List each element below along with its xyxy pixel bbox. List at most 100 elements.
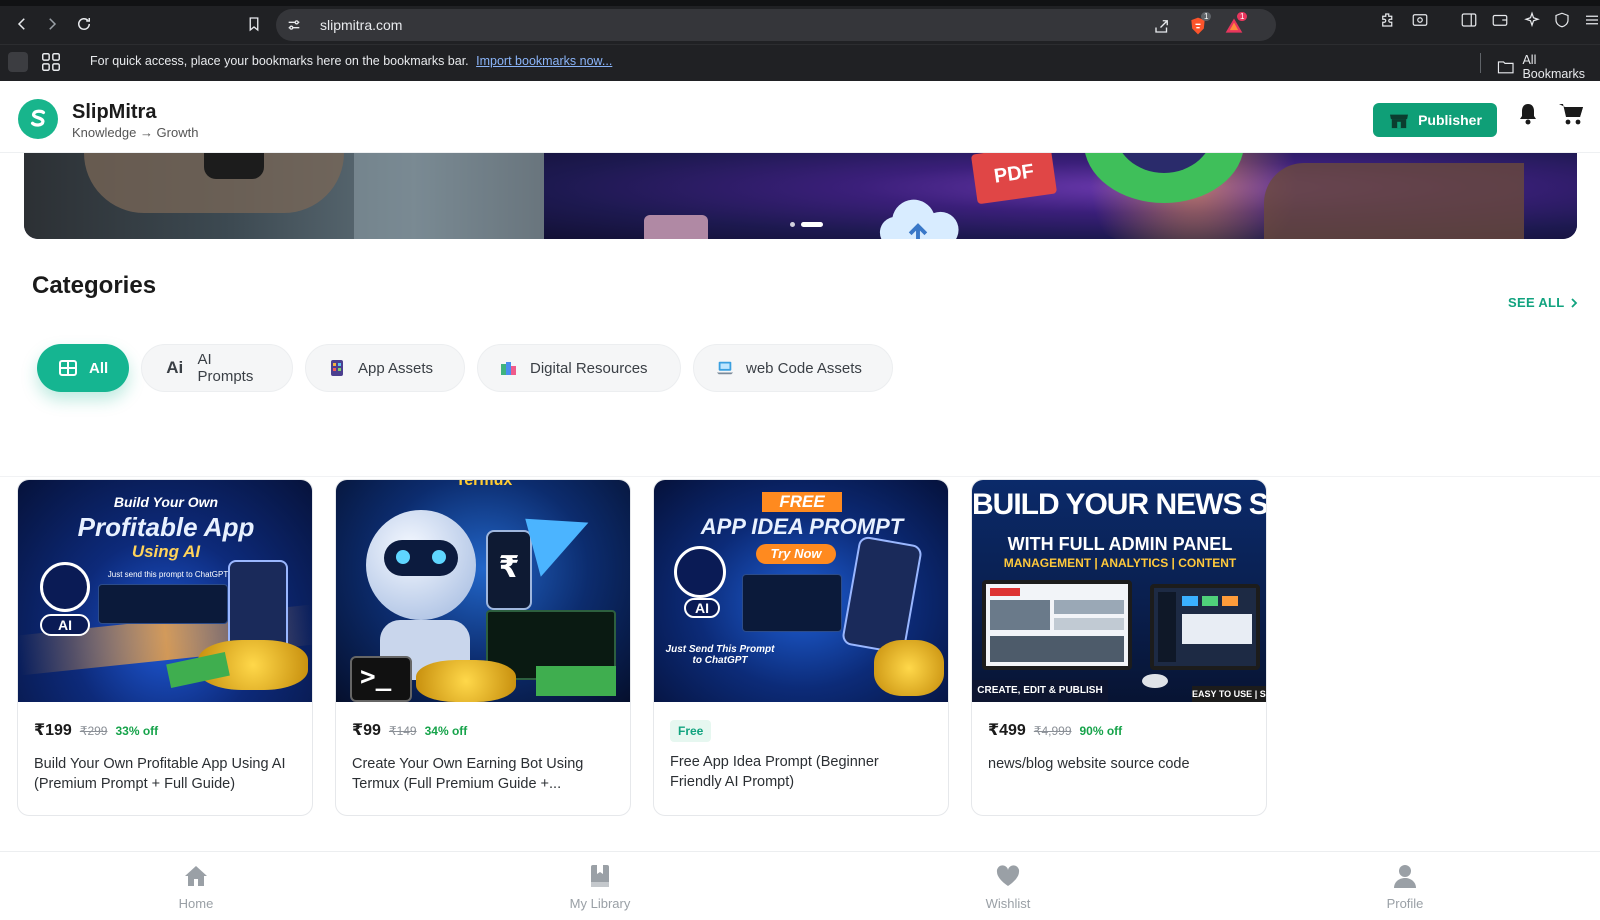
carousel-dot-active[interactable] xyxy=(801,222,823,227)
share-button[interactable] xyxy=(1152,16,1172,36)
category-chip-web-code-assets[interactable]: web Code Assets xyxy=(693,344,893,392)
see-all-label: SEE ALL xyxy=(1508,295,1565,310)
product-card[interactable]: BUILD YOUR NEWS SIT WITH FULL ADMIN PANE… xyxy=(971,479,1267,816)
hero-banner[interactable]: PDF xyxy=(24,153,1577,239)
category-chip-all[interactable]: All xyxy=(37,344,129,392)
thumb-text: EASY TO USE | SEC xyxy=(1192,686,1266,702)
see-all-link[interactable]: SEE ALL xyxy=(1508,295,1579,310)
carousel-dot[interactable] xyxy=(790,222,795,227)
product-title[interactable]: Free App Idea Prompt (Beginner Friendly … xyxy=(670,752,934,792)
all-bookmarks-label: All Bookmarks xyxy=(1522,53,1585,81)
cart-icon[interactable] xyxy=(1557,100,1585,128)
product-thumbnail: Build Your Own Profitable App Using AI J… xyxy=(18,480,312,702)
brave-rewards-button[interactable]: 1 xyxy=(1224,12,1248,36)
library-icon xyxy=(591,865,609,887)
prompt-box-graphic xyxy=(742,574,842,632)
bookmark-page-button[interactable] xyxy=(240,10,268,38)
banner-photo-left xyxy=(24,153,544,239)
screenshot-button[interactable] xyxy=(1406,6,1434,34)
reload-icon xyxy=(78,18,90,30)
hamburger-icon xyxy=(1586,15,1598,25)
wallet-button[interactable] xyxy=(1486,6,1514,34)
rupee-symbol: ₹ xyxy=(498,551,520,584)
nav-label: Profile xyxy=(1386,896,1424,911)
pdf-graphic: PDF xyxy=(970,153,1058,205)
shield-count-badge: 1 xyxy=(1201,12,1212,21)
bookmarks-divider xyxy=(1480,53,1481,73)
category-chip-app-assets[interactable]: App Assets xyxy=(305,344,465,392)
app-header: SlipMitra Knowledge → Growth Publisher xyxy=(0,81,1600,153)
thumb-text: Using AI xyxy=(131,542,201,561)
vpn-button[interactable] xyxy=(1548,6,1576,34)
nav-my-library[interactable]: My Library xyxy=(540,862,660,911)
sidebar-toggle-button[interactable] xyxy=(1455,6,1483,34)
coins-graphic xyxy=(416,660,516,702)
product-title[interactable]: news/blog website source code xyxy=(988,754,1252,774)
carousel-dots xyxy=(790,222,823,227)
category-chip-ai-prompts[interactable]: Ai AI Prompts xyxy=(141,344,293,392)
product-title[interactable]: Build Your Own Profitable App Using AI (… xyxy=(34,754,298,794)
category-label: Digital Resources xyxy=(530,359,648,377)
product-card[interactable]: Termux ₹ >_ ₹99 ₹149 34% off Create Your… xyxy=(335,479,631,816)
product-card[interactable]: Build Your Own Profitable App Using AI J… xyxy=(17,479,313,816)
thumb-text: Just Send This Prompt to ChatGPT xyxy=(665,644,775,666)
profile-square[interactable] xyxy=(8,52,28,72)
import-bookmarks-link[interactable]: Import bookmarks now... xyxy=(476,54,612,68)
folder-icon xyxy=(1497,61,1514,74)
brand-name[interactable]: SlipMitra xyxy=(72,101,156,124)
discount: 90% off xyxy=(1079,724,1123,738)
all-bookmarks-button[interactable]: All Bookmarks xyxy=(1497,53,1600,81)
wallet-icon xyxy=(1492,14,1508,26)
forward-button[interactable] xyxy=(38,10,66,38)
thumb-text: Profitable App xyxy=(77,512,255,542)
nav-home[interactable]: Home xyxy=(136,862,256,911)
try-now-badge: Try Now xyxy=(756,544,836,564)
chatgpt-logo-icon xyxy=(674,546,726,598)
sparkle-icon xyxy=(1524,11,1540,28)
home-icon xyxy=(185,866,207,886)
bookmarks-prompt-text: For quick access, place your bookmarks h… xyxy=(90,54,469,68)
thumb-text: FREE xyxy=(762,492,842,512)
site-settings-icon[interactable] xyxy=(286,17,302,33)
reload-button[interactable] xyxy=(70,10,98,38)
thumb-text: Build Your Own xyxy=(113,494,219,510)
puzzle-icon xyxy=(1382,13,1393,27)
bottom-navigation: Home My Library Wishlist Profile xyxy=(0,851,1600,920)
thumb-text: Termux xyxy=(455,480,513,489)
leo-ai-button[interactable] xyxy=(1518,6,1546,34)
extensions-button[interactable] xyxy=(1374,6,1402,34)
back-button[interactable] xyxy=(8,10,36,38)
arrow-left-icon xyxy=(17,18,25,30)
apps-grid-icon[interactable] xyxy=(40,51,62,73)
nav-profile[interactable]: Profile xyxy=(1345,862,1465,911)
nav-wishlist[interactable]: Wishlist xyxy=(948,862,1068,911)
mouse-graphic xyxy=(1142,674,1168,688)
slipmitra-logo[interactable] xyxy=(18,99,58,139)
price-row: ₹99 ₹149 34% off xyxy=(352,720,467,740)
ai-text-icon: Ai xyxy=(166,358,184,377)
product-card[interactable]: FREE APP IDEA PROMPT Try Now AI Just Sen… xyxy=(653,479,949,816)
address-bar[interactable]: slipmitra.com 1 1 xyxy=(276,9,1276,41)
product-title[interactable]: Create Your Own Earning Bot Using Termux… xyxy=(352,754,616,794)
cash-graphic xyxy=(536,666,616,696)
menu-button[interactable] xyxy=(1578,6,1600,34)
price-row: ₹499 ₹4,999 90% off xyxy=(988,720,1122,740)
product-thumbnail: Termux ₹ >_ xyxy=(336,480,630,702)
notification-bell-icon[interactable] xyxy=(1516,101,1540,127)
category-chip-digital-resources[interactable]: Digital Resources xyxy=(477,344,681,392)
brave-shields-button[interactable]: 1 xyxy=(1188,12,1212,36)
thumb-text: APP IDEA PROMPT xyxy=(700,514,904,539)
url-text: slipmitra.com xyxy=(320,17,403,33)
discount: 34% off xyxy=(424,724,468,738)
browser-toolbar: slipmitra.com 1 1 xyxy=(0,6,1600,42)
store-icon xyxy=(1390,114,1409,129)
products-separator xyxy=(0,476,1600,477)
category-label: All xyxy=(89,359,109,377)
chatgpt-logo-icon xyxy=(40,562,90,612)
publisher-button[interactable]: Publisher xyxy=(1373,103,1497,137)
telegram-plane-icon xyxy=(525,503,599,577)
coffee-cup-graphic xyxy=(644,215,708,239)
cloud-upload-icon xyxy=(879,199,959,239)
laptop-icon xyxy=(716,359,734,377)
product-thumbnail: FREE APP IDEA PROMPT Try Now AI Just Sen… xyxy=(654,480,948,702)
